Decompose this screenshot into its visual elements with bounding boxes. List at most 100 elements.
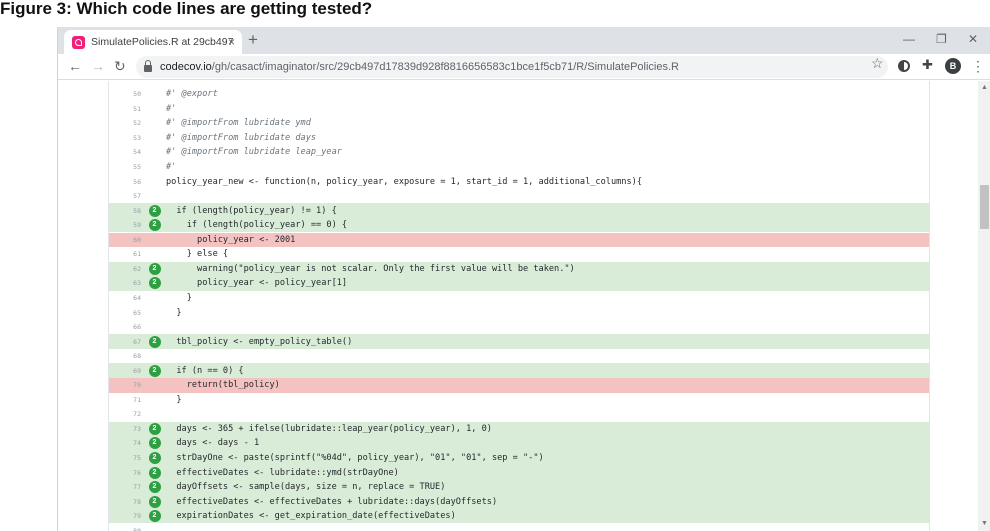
code-text: policy_year <- 2001	[166, 234, 296, 245]
extensions-puzzle-icon[interactable]: ✚	[922, 57, 933, 73]
code-text: expirationDates <- get_expiration_date(e…	[166, 511, 456, 522]
close-window-button[interactable]: ✕	[968, 31, 978, 47]
code-text: days <- days - 1	[166, 438, 260, 449]
line-number[interactable]: 57	[109, 192, 143, 200]
scroll-down-icon[interactable]: ▼	[978, 517, 990, 531]
code-line-79: 79 2 expirationDates <- get_expiration_da…	[109, 508, 929, 524]
code-text: if (length(policy_year) == 0) {	[166, 220, 348, 231]
line-number[interactable]: 62	[109, 265, 143, 273]
line-number[interactable]: 75	[109, 454, 143, 462]
hit-count-badge: 2	[148, 437, 161, 450]
code-line-52: 52 #' @importFrom lubridate ymd	[109, 116, 929, 131]
line-number[interactable]: 55	[109, 163, 143, 171]
new-tab-button[interactable]: +	[248, 30, 258, 50]
line-number[interactable]: 65	[109, 309, 143, 317]
profile-avatar[interactable]: B	[945, 58, 961, 74]
code-text: policy_year <- policy_year[1]	[166, 278, 348, 289]
codecov-favicon-icon	[72, 35, 85, 49]
code-text: return(tbl_policy)	[166, 380, 280, 391]
back-arrow-icon[interactable]: ←	[68, 57, 82, 75]
code-line-77: 77 2 dayOffsets <- sample(days, size = n,…	[109, 479, 929, 495]
code-line-75: 75 2 strDayOne <- paste(sprintf("%04d", p…	[109, 450, 929, 466]
hit-count-badge: 2	[148, 262, 161, 275]
line-number[interactable]: 60	[109, 236, 143, 244]
line-number[interactable]: 71	[109, 396, 143, 404]
url-host: codecov.io	[160, 61, 212, 73]
address-bar[interactable]: codecov.io/gh/casact/imaginator/src/29cb…	[136, 56, 888, 78]
code-text: #' @export	[166, 89, 218, 100]
line-number[interactable]: 77	[109, 483, 143, 491]
code-text: effectiveDates <- lubridate::ymd(strDayO…	[166, 467, 399, 478]
line-number[interactable]: 63	[109, 279, 143, 287]
line-number[interactable]: 76	[109, 469, 143, 477]
line-number[interactable]: 53	[109, 134, 143, 142]
tab-simulatepolicies[interactable]: SimulatePolicies.R at 29cb497 - c ×	[64, 30, 242, 54]
code-line-62: 62 2 warning("policy_year is not scalar. …	[109, 261, 929, 277]
line-number[interactable]: 51	[109, 105, 143, 113]
extension-icon[interactable]	[898, 60, 910, 72]
code-text: effectiveDates <- effectiveDates + lubri…	[166, 496, 498, 507]
line-number[interactable]: 56	[109, 178, 143, 186]
coverage-gutter: 2	[143, 495, 166, 508]
code-line-73: 73 2 days <- 365 + ifelse(lubridate::leap…	[109, 421, 929, 437]
code-text: #' @importFrom lubridate leap_year	[166, 147, 342, 158]
code-line-50: 50 #' @export	[109, 87, 929, 102]
maximize-button[interactable]: ❐	[936, 31, 947, 47]
code-text: if (n == 0) {	[166, 365, 244, 376]
line-number[interactable]: 58	[109, 207, 143, 215]
line-number[interactable]: 70	[109, 381, 143, 389]
code-line-68: 68	[109, 349, 929, 364]
code-line-72: 72	[109, 407, 929, 422]
code-line-59: 59 2 if (length(policy_year) == 0) {	[109, 217, 929, 233]
code-text: dayOffsets <- sample(days, size = n, rep…	[166, 482, 446, 493]
line-number[interactable]: 72	[109, 410, 143, 418]
code-text: }	[166, 307, 182, 318]
line-number[interactable]: 50	[109, 90, 143, 98]
line-number[interactable]: 64	[109, 294, 143, 302]
line-number[interactable]: 80	[109, 527, 143, 531]
code-line-71: 71 }	[109, 393, 929, 408]
browser-window: SimulatePolicies.R at 29cb497 - c × + — …	[57, 27, 990, 531]
line-number[interactable]: 67	[109, 338, 143, 346]
bookmark-star-icon[interactable]: ☆	[871, 55, 884, 72]
browser-toolbar: ← → ↻ codecov.io/gh/casact/imaginator/sr…	[58, 54, 990, 80]
code-text: #'	[166, 103, 177, 114]
figure-title: Figure 3: Which code lines are getting t…	[0, 0, 373, 18]
code-coverage-view: 50 #' @export 51 #' 52 #' @importFrom lubrida…	[108, 81, 930, 531]
scroll-up-icon[interactable]: ▲	[978, 81, 990, 95]
coverage-gutter: 2	[143, 364, 166, 377]
line-number[interactable]: 66	[109, 323, 143, 331]
line-number[interactable]: 79	[109, 512, 143, 520]
hit-count-badge: 2	[148, 219, 161, 232]
code-line-57: 57	[109, 189, 929, 204]
line-number[interactable]: 73	[109, 425, 143, 433]
code-text: #'	[166, 162, 177, 173]
line-number[interactable]: 52	[109, 119, 143, 127]
code-text: if (length(policy_year) != 1) {	[166, 205, 337, 216]
tab-close-icon[interactable]: ×	[228, 34, 235, 50]
menu-kebab-icon[interactable]: ⋮	[971, 57, 985, 75]
code-line-78: 78 2 effectiveDates <- effectiveDates + l…	[109, 494, 929, 509]
line-number[interactable]: 59	[109, 221, 143, 229]
lock-icon	[144, 60, 152, 72]
code-line-63: 63 2 policy_year <- policy_year[1]	[109, 276, 929, 291]
code-text: policy_year_new <- function(n, policy_ye…	[166, 176, 642, 187]
hit-count-badge: 2	[148, 495, 161, 508]
minimize-button[interactable]: —	[903, 31, 915, 47]
code-text: } else {	[166, 249, 229, 260]
line-number[interactable]: 78	[109, 498, 143, 506]
line-number[interactable]: 61	[109, 250, 143, 258]
line-number[interactable]: 69	[109, 367, 143, 375]
code-text: tbl_policy <- empty_policy_table()	[166, 336, 353, 347]
forward-arrow-icon[interactable]: →	[91, 57, 105, 75]
line-number[interactable]: 74	[109, 439, 143, 447]
line-number[interactable]: 54	[109, 148, 143, 156]
vertical-scrollbar[interactable]: ▲ ▼	[978, 81, 990, 531]
scrollbar-thumb[interactable]	[980, 185, 989, 229]
code-line-53: 53 #' @importFrom lubridate days	[109, 131, 929, 146]
reload-icon[interactable]: ↻	[114, 57, 126, 75]
line-number[interactable]: 68	[109, 352, 143, 360]
page-content: 50 #' @export 51 #' 52 #' @importFrom lubrida…	[58, 81, 990, 531]
code-text: }	[166, 394, 182, 405]
code-line-56: 56 policy_year_new <- function(n, policy_…	[109, 174, 929, 189]
